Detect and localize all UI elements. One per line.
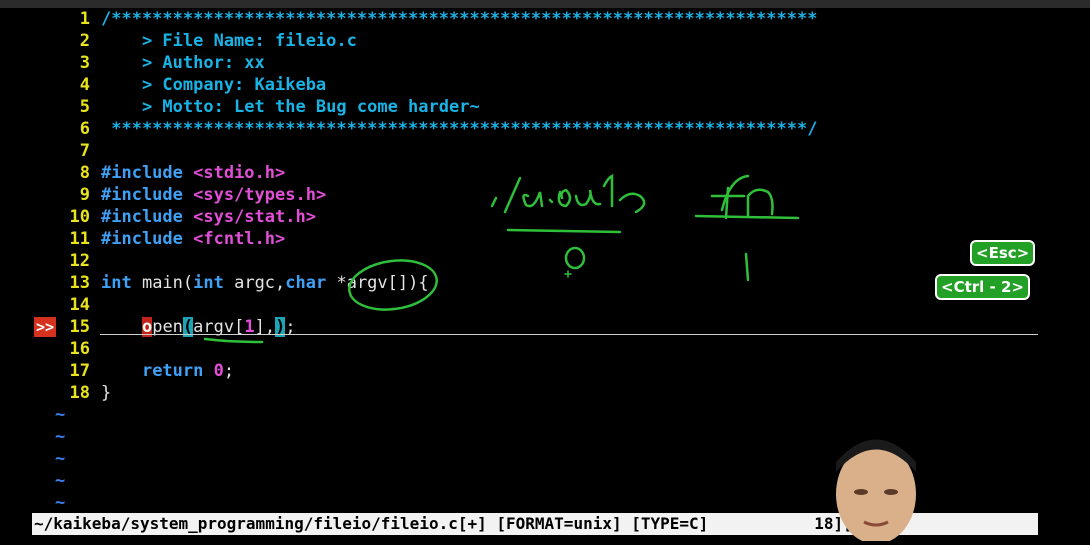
line-number: 10 [69,207,90,227]
code-token: <sys/stat.h> [193,207,316,227]
code-line[interactable]: 10 #include <sys/stat.h> [0,206,1040,228]
code-token: ****************************************… [101,119,818,139]
window-top-bar [0,0,1090,8]
code-line[interactable]: 11 #include <fcntl.h> [0,228,1040,250]
code-token: main( [131,273,194,293]
code-token: return [141,361,204,381]
code-token: /***************************************… [101,9,818,29]
code-text: > File Name: fileio.c [101,30,357,52]
code-line[interactable]: 5 > Motto: Let the Bug come harder~ [0,96,1040,118]
code-token: #include [101,229,194,249]
code-text: } [101,382,111,404]
code-line[interactable]: 2 > File Name: fileio.c [0,30,1040,52]
line-number: 5 [79,97,90,117]
code-line[interactable]: 13 int main(int argc,char *argv[]){ [0,272,1040,294]
code-text: #include <stdio.h> [101,162,285,184]
code-line[interactable]: 7 [0,140,1040,162]
code-text: #include <fcntl.h> [101,228,285,250]
code-token: int [193,273,224,293]
code-token: int [101,273,132,293]
tilde-marker: ~ [55,493,66,513]
code-token: > Motto: Let the Bug come harder~ [101,97,480,117]
code-line[interactable]: 8 #include <stdio.h> [0,162,1040,184]
code-line[interactable]: 6 **************************************… [0,118,1040,140]
empty-buffer-line: ~ [0,404,1040,426]
line-number: 2 [79,31,90,51]
cursor-line [100,334,1038,335]
code-line[interactable]: 1 /**************************************… [0,8,1040,30]
code-token: #include [101,207,194,227]
code-line[interactable]: 17 return 0; [0,360,1040,382]
code-token: <fcntl.h> [193,229,286,249]
code-token: #include [101,163,194,183]
line-number: 15 [69,317,90,337]
code-line[interactable]: 4 > Company: Kaikeba [0,74,1040,96]
code-text: ****************************************… [101,118,817,140]
code-token: char [285,273,327,293]
code-line[interactable]: 18} [0,382,1040,404]
code-token: *argv[]){ [326,273,429,293]
code-token: > File Name: fileio.c [101,31,357,51]
esc-key-badge: <Esc> [970,240,1036,266]
line-number: 11 [69,229,90,249]
code-token: #include [101,185,194,205]
code-line[interactable]: 12 [0,250,1040,272]
ctrl-2-key-badge: <Ctrl - 2> [935,274,1030,300]
code-text: int main(int argc,char *argv[]){ [101,272,429,294]
code-text: return 0; [101,360,234,382]
code-line[interactable]: 3 > Author: xx [0,52,1040,74]
line-number: 4 [79,75,90,95]
vim-editor[interactable]: 1 /**************************************… [0,8,1090,513]
code-token: > Author: xx [101,53,265,73]
line-number: 6 [79,119,90,139]
line-number: 8 [79,163,90,183]
code-text: > Motto: Let the Bug come harder~ [101,96,480,118]
line-number: 1 [79,9,90,29]
line-number: 12 [69,251,90,271]
code-token: 0 [213,361,224,381]
line-number: 13 [69,273,90,293]
code-token: argc, [223,273,286,293]
code-token: > Company: Kaikeba [101,75,327,95]
code-token: <stdio.h> [193,163,286,183]
code-text: /***************************************… [101,8,817,30]
line-number: 14 [69,295,90,315]
line-number: 7 [79,141,90,161]
code-text: > Company: Kaikeba [101,74,326,96]
code-text: #include <sys/stat.h> [101,206,316,228]
line-number: 16 [69,339,90,359]
line-number: 17 [69,361,90,381]
tilde-marker: ~ [55,427,66,447]
line-number: 18 [69,383,90,403]
code-text: #include <sys/types.h> [101,184,326,206]
code-line[interactable]: 14 [0,294,1040,316]
tilde-marker: ~ [55,449,66,469]
code-line[interactable]: 16 [0,338,1040,360]
line-number: 9 [79,185,90,205]
code-token: } [101,383,112,403]
line-number: 3 [79,53,90,73]
code-line[interactable]: 9 #include <sys/types.h> [0,184,1040,206]
code-token: ; [223,361,235,381]
code-text: > Author: xx [101,52,265,74]
tilde-marker: ~ [55,405,66,425]
tilde-marker: ~ [55,471,66,491]
code-token: <sys/types.h> [193,185,327,205]
webcam-overlay [826,432,926,544]
sign-marker: >> [34,317,56,337]
